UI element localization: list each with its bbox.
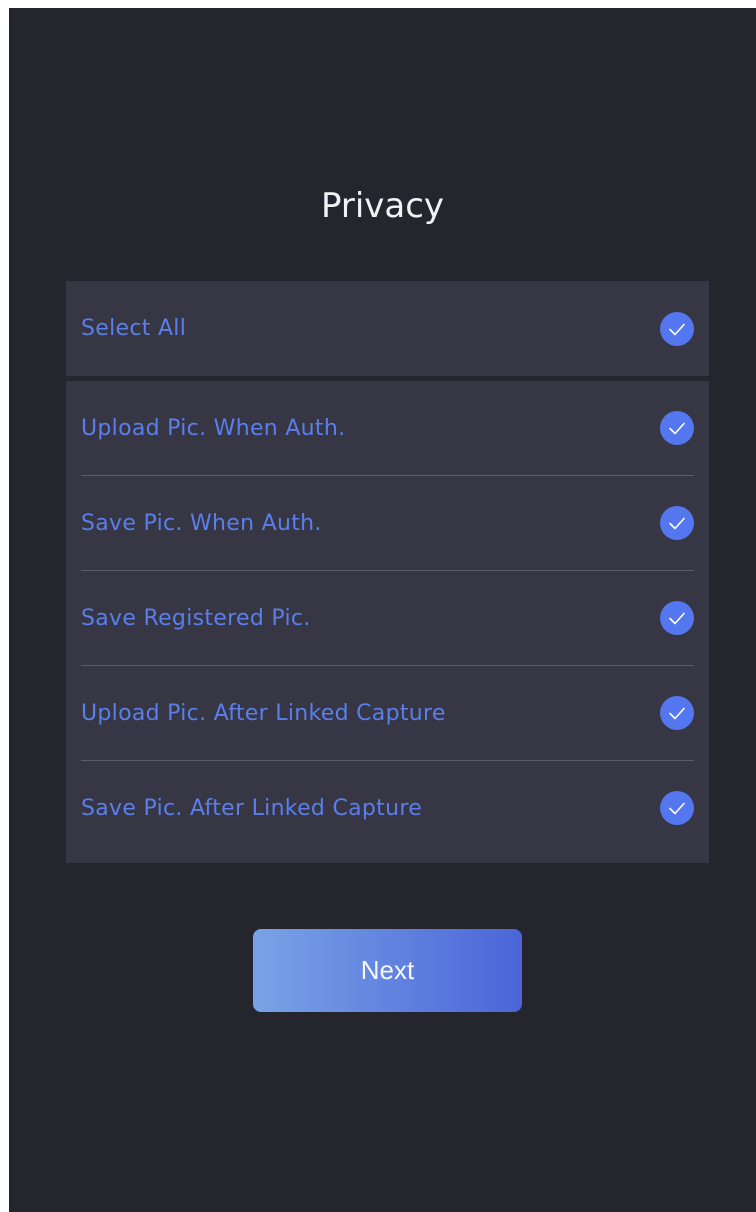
checkmark-circle-icon[interactable] (660, 411, 694, 445)
page-title: Privacy (320, 186, 445, 226)
select-all-label: Select All (81, 316, 187, 341)
next-button[interactable]: Next (253, 929, 522, 1012)
select-all-panel: Select All (66, 281, 709, 376)
option-label: Upload Pic. After Linked Capture (81, 700, 446, 726)
checkmark-circle-icon[interactable] (660, 696, 694, 730)
option-label: Save Registered Pic. (81, 605, 311, 631)
option-save-pic-after-linked-capture[interactable]: Save Pic. After Linked Capture (81, 761, 694, 855)
option-label: Save Pic. After Linked Capture (81, 795, 423, 821)
option-save-registered-pic[interactable]: Save Registered Pic. (81, 571, 694, 666)
option-upload-pic-after-linked-capture[interactable]: Upload Pic. After Linked Capture (81, 666, 694, 761)
select-all-row[interactable]: Select All (81, 281, 694, 376)
option-upload-pic-when-auth[interactable]: Upload Pic. When Auth. (81, 381, 694, 476)
option-label: Save Pic. When Auth. (81, 510, 322, 536)
privacy-screen: Privacy Select All Upload Pic. When Auth… (9, 8, 756, 1212)
checkmark-circle-icon[interactable] (660, 311, 694, 346)
option-label: Upload Pic. When Auth. (81, 415, 346, 441)
checkmark-circle-icon[interactable] (660, 601, 694, 635)
option-save-pic-when-auth[interactable]: Save Pic. When Auth. (81, 476, 694, 571)
privacy-options-list: Upload Pic. When Auth. Save Pic. When Au… (66, 381, 709, 863)
checkmark-circle-icon[interactable] (660, 791, 694, 825)
checkmark-circle-icon[interactable] (660, 506, 694, 540)
